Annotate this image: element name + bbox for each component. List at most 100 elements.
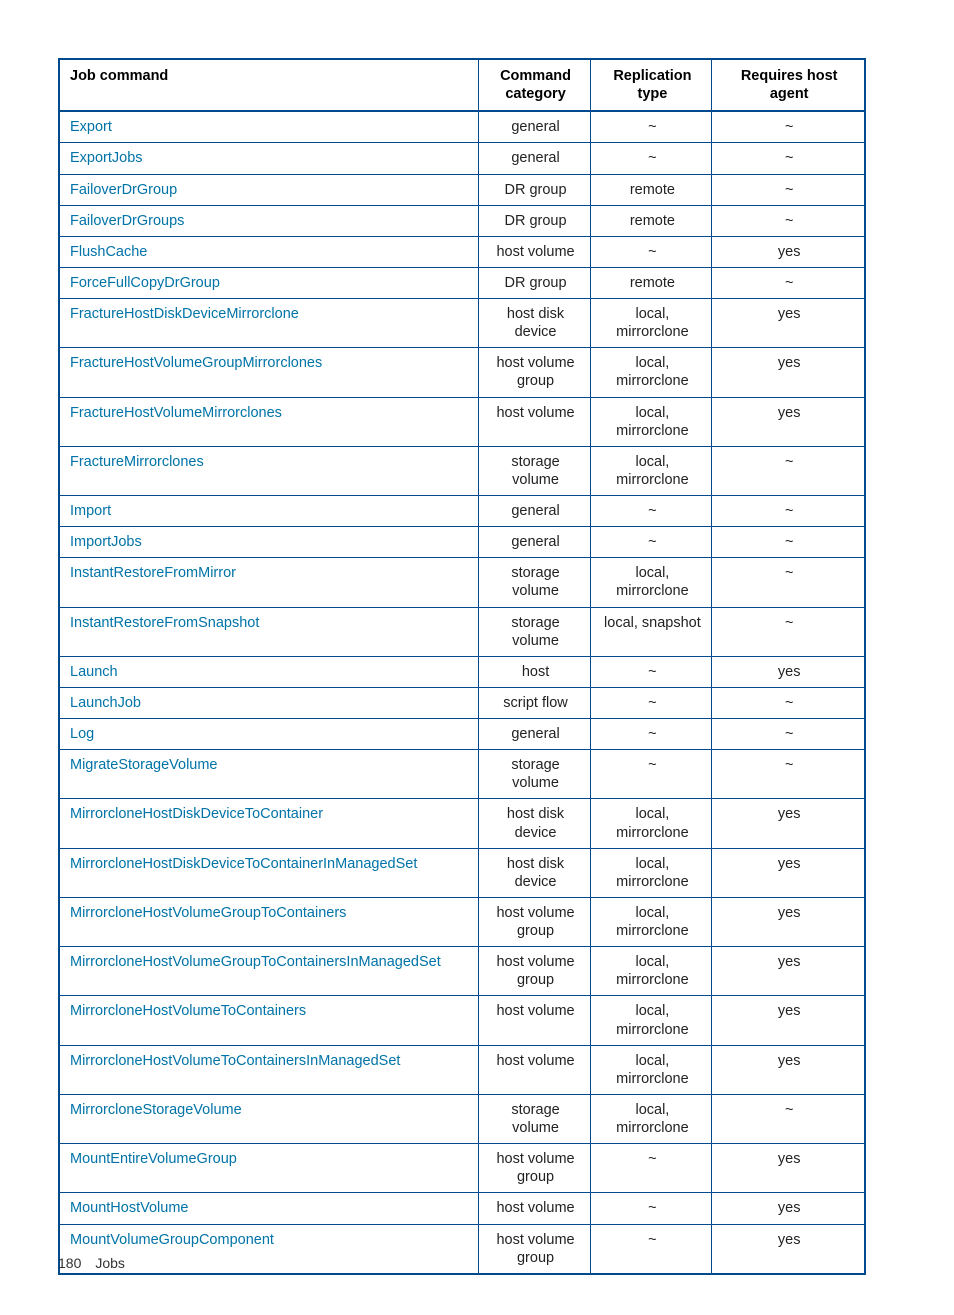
cell-replication-type: ~	[591, 1144, 712, 1193]
cell-replication-type: local, mirrorclone	[591, 1045, 712, 1094]
cell-replication-type: ~	[591, 143, 712, 174]
cell-command-category: storage volume	[478, 607, 591, 656]
cell-requires-host-agent: yes	[712, 848, 865, 897]
cell-requires-host-agent: ~	[712, 143, 865, 174]
cell-command-category: storage volume	[478, 750, 591, 799]
cell-requires-host-agent: yes	[712, 947, 865, 996]
cell-requires-host-agent: yes	[712, 299, 865, 348]
cell-replication-type: local, mirrorclone	[591, 996, 712, 1045]
cell-requires-host-agent: ~	[712, 111, 865, 143]
job-command-link[interactable]: MirrorcloneHostDiskDeviceToContainer	[70, 806, 323, 822]
table-row: FailoverDrGroupsDR groupremote~	[59, 205, 865, 236]
job-command-link[interactable]: FractureHostVolumeMirrorclones	[70, 405, 282, 421]
job-command-link[interactable]: FlushCache	[70, 244, 147, 260]
page-footer: 180 Jobs	[58, 1255, 125, 1271]
cell-job-command: FractureHostVolumeMirrorclones	[59, 397, 478, 446]
cell-job-command: FractureHostVolumeGroupMirrorclones	[59, 348, 478, 397]
cell-command-category: host disk device	[478, 799, 591, 848]
job-command-link[interactable]: Export	[70, 119, 112, 135]
cell-requires-host-agent: ~	[712, 607, 865, 656]
cell-command-category: host volume group	[478, 897, 591, 946]
cell-requires-host-agent: yes	[712, 1045, 865, 1094]
table-row: Loggeneral~~	[59, 719, 865, 750]
job-command-link[interactable]: FailoverDrGroup	[70, 182, 177, 198]
job-command-link[interactable]: MountEntireVolumeGroup	[70, 1151, 237, 1167]
cell-command-category: general	[478, 111, 591, 143]
table-row: FractureHostDiskDeviceMirrorclone host di…	[59, 299, 865, 348]
job-command-link[interactable]: ImportJobs	[70, 534, 142, 550]
cell-job-command: FlushCache	[59, 236, 478, 267]
cell-command-category: storage volume	[478, 1094, 591, 1143]
cell-replication-type: local, mirrorclone	[591, 897, 712, 946]
cell-requires-host-agent: ~	[712, 446, 865, 495]
job-command-link[interactable]: MountVolumeGroupComponent	[70, 1232, 274, 1248]
job-command-link[interactable]: MirrorcloneHostDiskDeviceToContainerInMa…	[70, 856, 417, 872]
cell-requires-host-agent: yes	[712, 397, 865, 446]
job-command-link[interactable]: MirrorcloneStorageVolume	[70, 1102, 242, 1118]
job-command-link[interactable]: FractureMirrorclones	[70, 454, 204, 470]
cell-command-category: host volume	[478, 397, 591, 446]
job-command-link[interactable]: MirrorcloneHostVolumeToContainers	[70, 1003, 306, 1019]
job-command-link[interactable]: MountHostVolume	[70, 1200, 188, 1216]
job-command-link[interactable]: FailoverDrGroups	[70, 213, 184, 229]
cell-job-command: MirrorcloneHostDiskDeviceToContainerInMa…	[59, 848, 478, 897]
cell-job-command: Import	[59, 496, 478, 527]
job-command-link[interactable]: Log	[70, 726, 94, 742]
job-command-link[interactable]: MirrorcloneHostVolumeGroupToContainers	[70, 905, 346, 921]
cell-replication-type: local, mirrorclone	[591, 558, 712, 607]
job-command-link[interactable]: MigrateStorageVolume	[70, 757, 218, 773]
cell-command-category: general	[478, 527, 591, 558]
job-command-link[interactable]: ForceFullCopyDrGroup	[70, 275, 220, 291]
cell-requires-host-agent: yes	[712, 799, 865, 848]
table-row: FlushCachehost volume~yes	[59, 236, 865, 267]
cell-command-category: host volume	[478, 1193, 591, 1224]
cell-job-command: ExportJobs	[59, 143, 478, 174]
table-row: LaunchJobscript flow~~	[59, 687, 865, 718]
job-command-link[interactable]: InstantRestoreFromMirror	[70, 565, 236, 581]
job-command-link[interactable]: ExportJobs	[70, 150, 143, 166]
job-command-link[interactable]: FractureHostVolumeGroupMirrorclones	[70, 355, 322, 371]
cell-requires-host-agent: yes	[712, 1224, 865, 1274]
cell-command-category: script flow	[478, 687, 591, 718]
cell-replication-type: ~	[591, 1193, 712, 1224]
job-command-link[interactable]: InstantRestoreFromSnapshot	[70, 615, 259, 631]
table-row: MirrorcloneStorageVolumestorage volumelo…	[59, 1094, 865, 1143]
page-number: 180	[58, 1255, 81, 1271]
job-command-link[interactable]: MirrorcloneHostVolumeToContainersInManag…	[70, 1053, 400, 1069]
cell-replication-type: remote	[591, 267, 712, 298]
table-row: InstantRestoreFromSnapshot storage volume…	[59, 607, 865, 656]
job-command-link[interactable]: MirrorcloneHostVolumeGroupToContainersIn…	[70, 954, 441, 970]
cell-replication-type: local, mirrorclone	[591, 799, 712, 848]
cell-job-command: Log	[59, 719, 478, 750]
cell-command-category: host disk device	[478, 299, 591, 348]
table-row: FractureMirrorclonesstorage volumelocal,…	[59, 446, 865, 495]
cell-command-category: DR group	[478, 267, 591, 298]
cell-requires-host-agent: ~	[712, 1094, 865, 1143]
cell-requires-host-agent: ~	[712, 719, 865, 750]
header-requires-host-agent: Requires host agent	[712, 59, 865, 111]
cell-replication-type: ~	[591, 236, 712, 267]
cell-job-command: MirrorcloneHostVolumeGroupToContainersIn…	[59, 947, 478, 996]
table-row: MirrorcloneHostVolumeGroupToContainersIn…	[59, 947, 865, 996]
cell-command-category: general	[478, 143, 591, 174]
job-command-link[interactable]: FractureHostDiskDeviceMirrorclone	[70, 306, 299, 322]
job-command-link[interactable]: Launch	[70, 664, 118, 680]
table-row: ExportJobsgeneral~~	[59, 143, 865, 174]
cell-job-command: MountHostVolume	[59, 1193, 478, 1224]
job-command-link[interactable]: LaunchJob	[70, 695, 141, 711]
cell-replication-type: remote	[591, 174, 712, 205]
cell-command-category: host volume	[478, 1045, 591, 1094]
cell-job-command: InstantRestoreFromSnapshot	[59, 607, 478, 656]
cell-requires-host-agent: ~	[712, 558, 865, 607]
cell-replication-type: ~	[591, 656, 712, 687]
cell-replication-type: ~	[591, 527, 712, 558]
table-row: Launchhost~yes	[59, 656, 865, 687]
section-title: Jobs	[95, 1255, 125, 1271]
cell-replication-type: local, mirrorclone	[591, 947, 712, 996]
table-row: MigrateStorageVolumestorage volume~~	[59, 750, 865, 799]
header-job-command: Job command	[59, 59, 478, 111]
cell-job-command: FractureHostDiskDeviceMirrorclone	[59, 299, 478, 348]
job-command-link[interactable]: Import	[70, 503, 111, 519]
cell-job-command: FractureMirrorclones	[59, 446, 478, 495]
cell-job-command: FailoverDrGroups	[59, 205, 478, 236]
